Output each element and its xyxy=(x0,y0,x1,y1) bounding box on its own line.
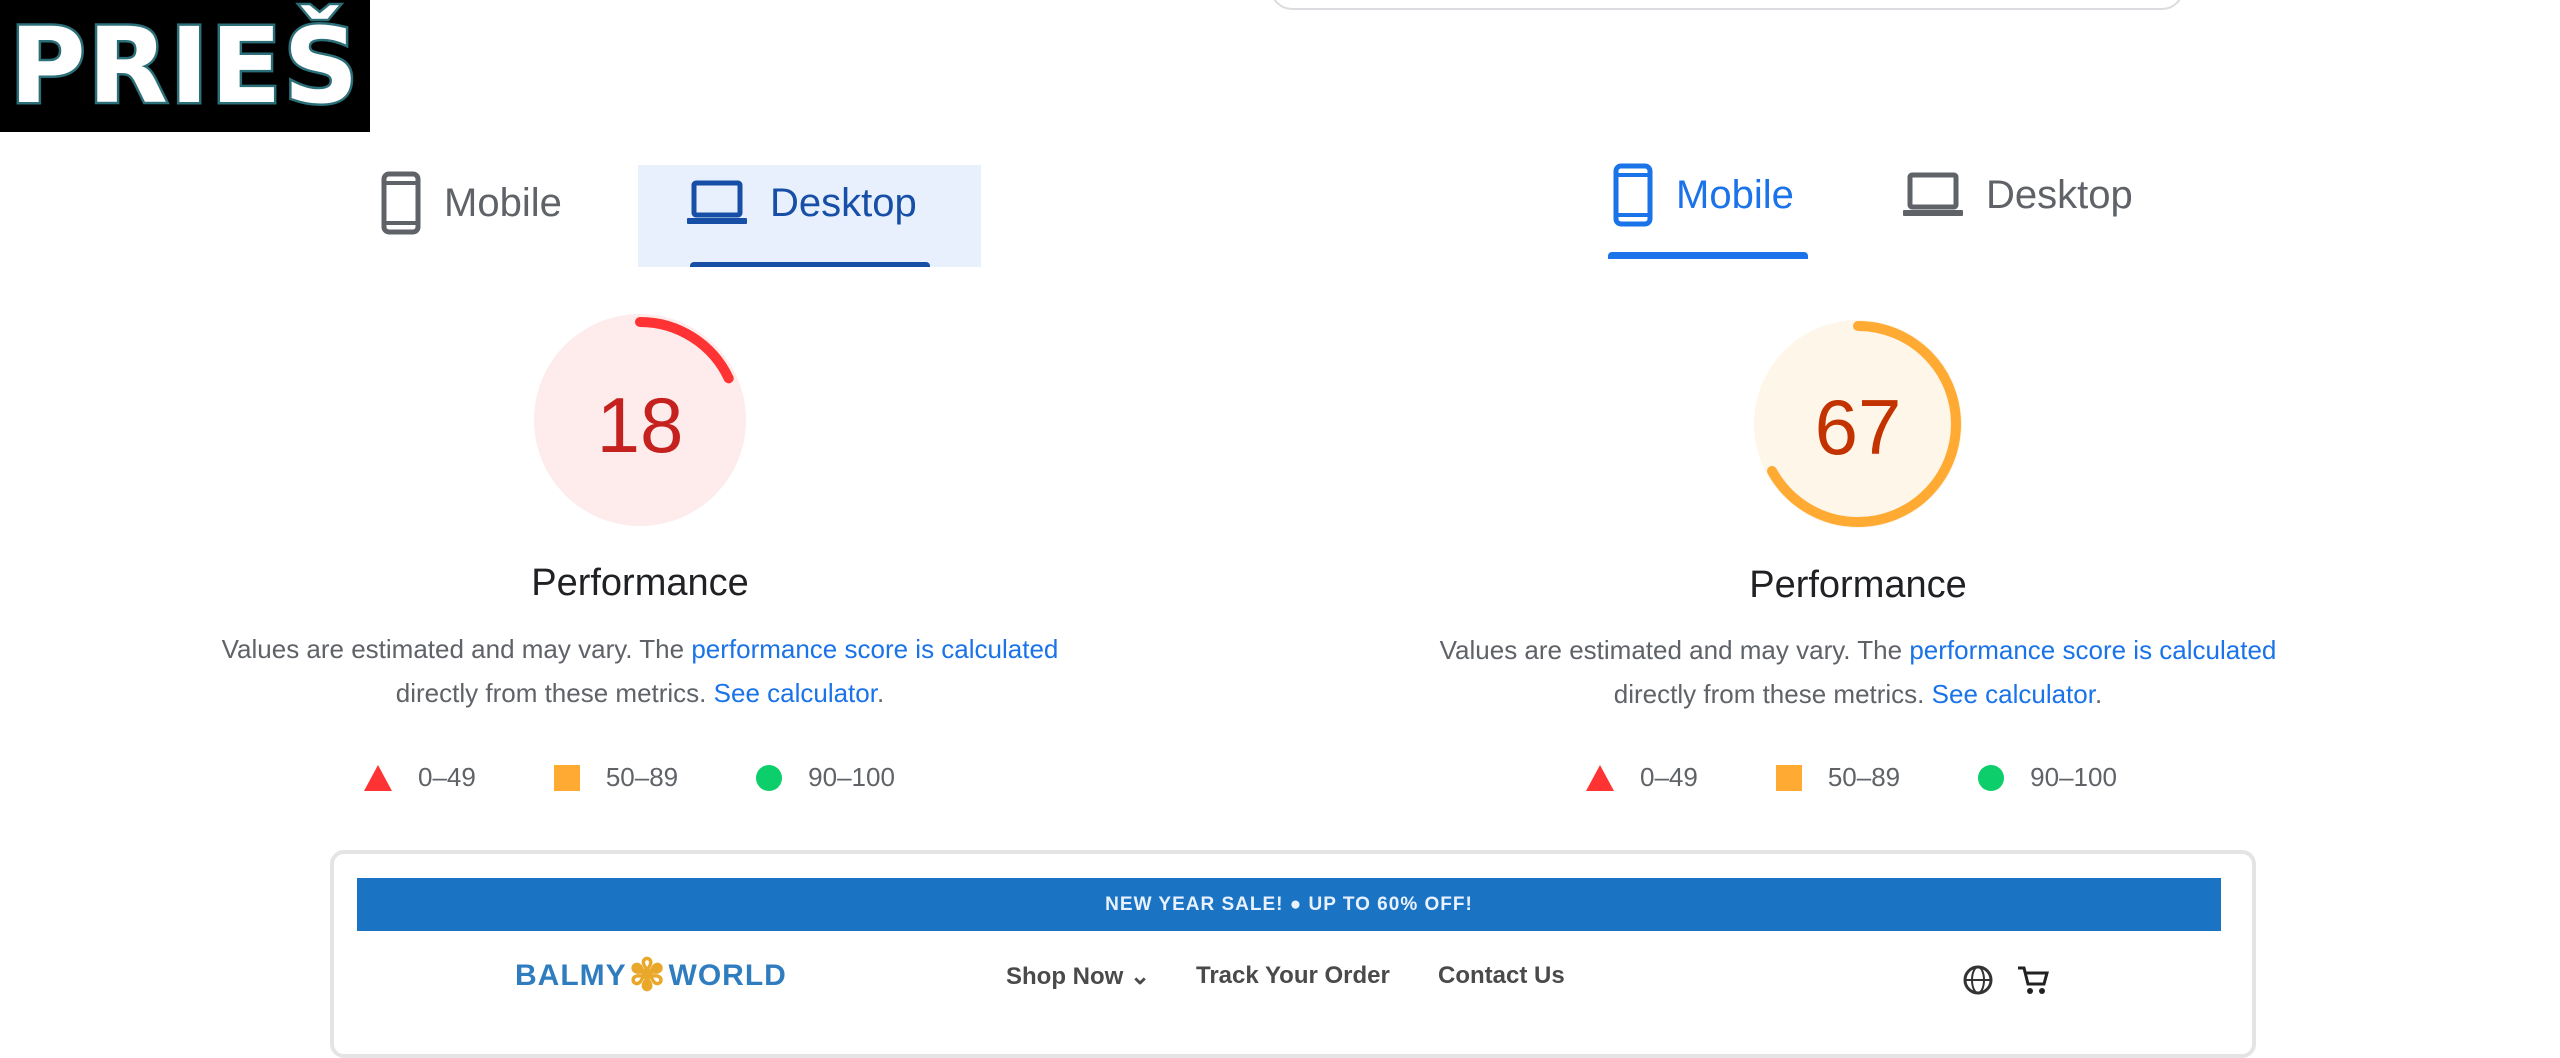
performance-description: Values are estimated and may vary. The p… xyxy=(180,627,1100,715)
legend-average: 50–89 xyxy=(553,762,679,793)
pass-circle-icon xyxy=(1978,764,2005,791)
performance-score: 67 xyxy=(1814,383,1902,471)
average-square-icon xyxy=(553,764,580,791)
overlay-label: PRIEŠ xyxy=(0,0,370,132)
fail-triangle-icon xyxy=(1586,764,1614,791)
url-input[interactable] xyxy=(1270,0,2184,10)
legend-label: 0–49 xyxy=(418,762,476,792)
preview-sale-banner: NEW YEAR SALE! ● UP TO 60% OFF! xyxy=(357,878,2221,931)
legend-fail: 0–49 xyxy=(1586,762,1698,793)
performance-score: 18 xyxy=(596,381,684,469)
performance-title: Performance xyxy=(1749,564,1967,606)
score-legend: 0–49 50–89 90–100 xyxy=(364,762,973,793)
legend-pass: 90–100 xyxy=(756,762,895,793)
desc-text: Values are estimated and may vary. The xyxy=(221,634,692,664)
overlay-label-text: PRIEŠ xyxy=(7,5,361,127)
cart-icon xyxy=(2018,966,2049,994)
score-calculated-link[interactable]: performance score is calculated xyxy=(1909,635,2276,665)
average-square-icon xyxy=(1775,764,1802,791)
desc-text: directly from these metrics. xyxy=(1613,679,1932,709)
score-calculated-link[interactable]: performance score is calculated xyxy=(691,634,1058,664)
tab-desktop-underline xyxy=(690,262,930,267)
logo-mark-icon: ✾ xyxy=(628,951,667,1000)
legend-label: 50–89 xyxy=(1827,762,1901,792)
legend-label: 90–100 xyxy=(808,762,895,792)
preview-logo: BALMY ✾ WORLD xyxy=(515,950,787,1001)
preview-nav-shop: Shop Now ⌄ xyxy=(1006,963,1151,990)
globe-icon xyxy=(1963,965,1993,995)
tab-mobile-label: Mobile xyxy=(444,180,562,225)
tab-desktop[interactable]: Desktop xyxy=(1902,160,2133,230)
see-calculator-link[interactable]: See calculator xyxy=(1932,679,2095,709)
phone-icon xyxy=(1613,163,1653,227)
tab-mobile-label: Mobile xyxy=(1676,172,1794,217)
desc-text: . xyxy=(876,678,885,708)
laptop-icon xyxy=(687,180,747,224)
see-calculator-link[interactable]: See calculator xyxy=(714,678,877,708)
legend-label: 0–49 xyxy=(1640,762,1698,792)
phone-icon xyxy=(381,171,421,235)
tab-mobile[interactable]: Mobile xyxy=(1612,160,1794,230)
logo-text: WORLD xyxy=(668,958,787,992)
legend-average: 50–89 xyxy=(1775,762,1901,793)
desc-text: . xyxy=(2094,679,2103,709)
score-legend: 0–49 50–89 90–100 xyxy=(1586,762,2195,793)
pass-circle-icon xyxy=(756,764,783,791)
tab-desktop-label: Desktop xyxy=(770,180,917,225)
logo-text: BALMY xyxy=(515,958,627,992)
fail-triangle-icon xyxy=(364,764,392,791)
tab-mobile[interactable]: Mobile xyxy=(380,168,562,238)
preview-nav-track: Track Your Order xyxy=(1196,962,1390,989)
tab-mobile-underline xyxy=(1608,252,1808,259)
preview-nav-contact: Contact Us xyxy=(1438,962,1565,989)
tab-desktop-label: Desktop xyxy=(1986,172,2133,217)
legend-label: 90–100 xyxy=(2030,762,2117,792)
laptop-icon xyxy=(1903,172,1963,216)
desc-text: Values are estimated and may vary. The xyxy=(1439,635,1910,665)
performance-title: Performance xyxy=(531,562,749,604)
legend-label: 50–89 xyxy=(605,762,679,792)
performance-description: Values are estimated and may vary. The p… xyxy=(1398,628,2318,716)
tab-desktop[interactable]: Desktop xyxy=(686,168,917,238)
legend-pass: 90–100 xyxy=(1978,762,2117,793)
desc-text: directly from these metrics. xyxy=(395,678,714,708)
legend-fail: 0–49 xyxy=(364,762,476,793)
